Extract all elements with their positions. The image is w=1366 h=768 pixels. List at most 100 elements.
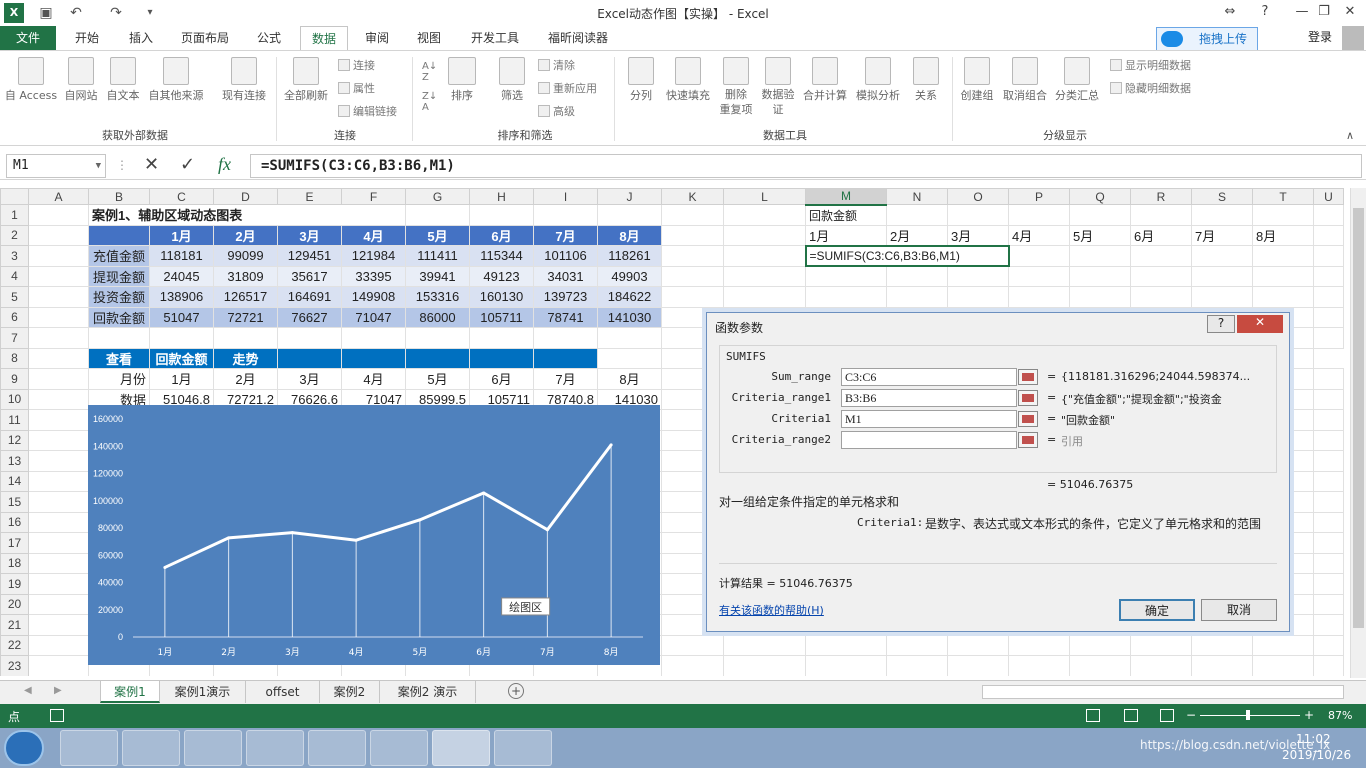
row-header[interactable]: 23 [0, 655, 29, 676]
remove-duplicates-button[interactable]: 删除 重复项 [716, 57, 756, 117]
normal-view-icon[interactable] [1086, 709, 1100, 722]
cell[interactable] [886, 634, 948, 656]
ungroup-button[interactable]: 取消组合 [1000, 57, 1050, 103]
consolidate-button[interactable]: 合并计算 [800, 57, 850, 103]
col-header-c[interactable]: C [149, 188, 214, 205]
name-box[interactable]: M1 ▼ [6, 154, 106, 178]
upload-button[interactable]: 拖拽上传 [1156, 27, 1258, 51]
row-header[interactable]: 16 [0, 511, 29, 533]
relationships-button[interactable]: 关系 [906, 57, 946, 103]
month-header[interactable]: 5月 [405, 224, 470, 246]
sort-az-icon[interactable]: A↓ Z [422, 61, 438, 83]
col-header-n[interactable]: N [886, 188, 948, 205]
cell[interactable] [1252, 634, 1314, 656]
zoom-slider-thumb[interactable] [1246, 710, 1250, 720]
cancel-button[interactable]: 取消 [1201, 599, 1277, 621]
cell-m3-editing[interactable]: =SUMIFS(C3:C6,B3:B6,M1) [804, 244, 1010, 267]
cell[interactable] [1130, 634, 1192, 656]
cell[interactable] [1313, 532, 1344, 554]
data-validation-button[interactable]: 数据验 证 [758, 57, 798, 117]
cell-m1[interactable]: 回款金额 [805, 204, 887, 226]
col-header-s[interactable]: S [1191, 188, 1253, 205]
cell[interactable] [723, 655, 806, 676]
collapse-dialog-icon[interactable] [1018, 411, 1038, 427]
cell[interactable] [1313, 429, 1344, 451]
cell[interactable] [661, 655, 724, 676]
cell[interactable] [28, 634, 89, 656]
show-detail-button[interactable]: 显示明细数据 [1110, 57, 1191, 73]
enter-icon[interactable]: ✓ [180, 154, 195, 175]
cell[interactable] [28, 409, 89, 431]
sign-in-link[interactable]: 登录 [1308, 28, 1332, 45]
row-header[interactable]: 18 [0, 552, 29, 574]
zoom-level[interactable]: 87% [1328, 709, 1352, 722]
hide-detail-button[interactable]: 隐藏明细数据 [1110, 80, 1191, 96]
ribbon-display-options-icon[interactable]: ⇔ [1212, 0, 1248, 24]
add-sheet-icon[interactable]: + [508, 683, 524, 699]
row-header[interactable]: 6 [0, 306, 29, 328]
month-header[interactable]: 7月 [533, 224, 598, 246]
horizontal-scrollbar[interactable] [982, 685, 1344, 699]
month-cell[interactable]: 8月 [1252, 224, 1314, 246]
from-text-button[interactable]: 自文本 [102, 57, 144, 103]
col-header-g[interactable]: G [405, 188, 470, 205]
row-header[interactable]: 20 [0, 593, 29, 615]
cell[interactable] [28, 450, 89, 472]
cancel-icon[interactable]: ✕ [144, 154, 159, 175]
month-cell[interactable]: 7月 [1191, 224, 1253, 246]
row-header[interactable]: 9 [0, 368, 29, 390]
col-header-u[interactable]: U [1313, 188, 1344, 205]
month-cell[interactable]: 2月 [886, 224, 948, 246]
subtotal-button[interactable]: 分类汇总 [1052, 57, 1102, 103]
sheet-title[interactable]: 案例1、辅助区域动态图表 [88, 204, 406, 226]
clear-filter-button[interactable]: 清除 [538, 57, 575, 73]
cell[interactable] [1313, 634, 1344, 656]
collapse-dialog-icon[interactable] [1018, 432, 1038, 448]
row-header[interactable]: 3 [0, 245, 29, 267]
formula-input[interactable]: =SUMIFS(C3:C6,B3:B6,M1) [250, 154, 1362, 178]
month-cell[interactable]: 4月 [1008, 224, 1070, 246]
col-header-l[interactable]: L [723, 188, 806, 205]
cell[interactable] [1313, 470, 1344, 492]
sort-button[interactable]: 排序 [444, 57, 480, 103]
start-button[interactable] [4, 730, 44, 766]
line-chart[interactable]: 160000 140000 120000 100000 80000 60000 40000 2… [88, 405, 660, 665]
avatar[interactable] [1342, 26, 1364, 50]
evernote-icon[interactable] [122, 730, 180, 766]
sort-za-icon[interactable]: Z↓ A [422, 91, 438, 113]
connections-button[interactable]: 连接 [338, 57, 375, 73]
cell[interactable] [28, 511, 89, 533]
page-break-view-icon[interactable] [1160, 709, 1174, 722]
tab-home[interactable]: 开始 [64, 26, 110, 50]
cell[interactable] [28, 614, 89, 636]
page-layout-view-icon[interactable] [1124, 709, 1138, 722]
cell[interactable] [1191, 655, 1253, 676]
help-icon[interactable]: ? [1250, 0, 1280, 24]
month-cell[interactable]: 5月 [1069, 224, 1131, 246]
reapply-button[interactable]: 重新应用 [538, 80, 597, 96]
cell[interactable] [947, 655, 1009, 676]
cell[interactable] [28, 573, 89, 595]
tab-foxit[interactable]: 福昕阅读器 [538, 26, 618, 50]
jupyter-icon[interactable] [308, 730, 366, 766]
collapse-dialog-icon[interactable] [1018, 390, 1038, 406]
cell[interactable] [1313, 593, 1344, 615]
cell[interactable] [805, 655, 887, 676]
month-header[interactable]: 3月 [277, 224, 342, 246]
cell[interactable] [886, 655, 948, 676]
cell[interactable] [1313, 573, 1344, 595]
cell[interactable] [1313, 450, 1344, 472]
cell[interactable] [28, 532, 89, 554]
cell[interactable] [28, 593, 89, 615]
tab-review[interactable]: 审阅 [354, 26, 400, 50]
row-header[interactable]: 5 [0, 286, 29, 308]
prev-sheet-icon[interactable]: ◀ [24, 685, 32, 696]
tab-data[interactable]: 数据 [300, 26, 348, 50]
from-web-button[interactable]: 自网站 [60, 57, 102, 103]
cell[interactable] [1130, 655, 1192, 676]
month-cell[interactable]: 1月 [805, 224, 887, 246]
cell[interactable] [1008, 655, 1070, 676]
explorer-icon[interactable] [184, 730, 242, 766]
from-other-sources-button[interactable]: 自其他来源 [144, 57, 208, 103]
col-header-r[interactable]: R [1130, 188, 1192, 205]
